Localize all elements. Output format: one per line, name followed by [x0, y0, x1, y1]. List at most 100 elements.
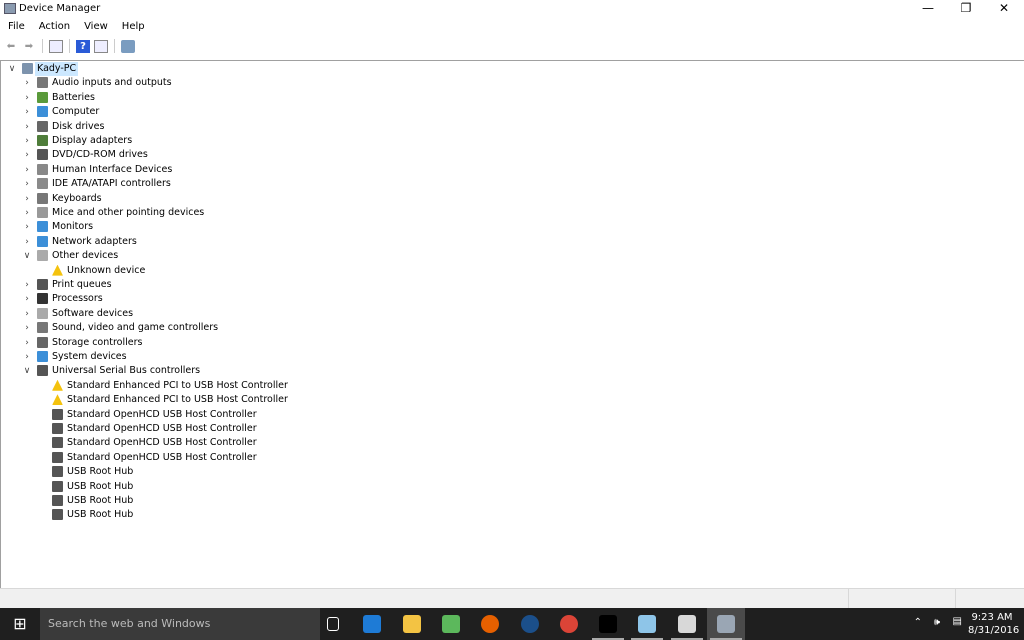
tree-item[interactable]: Standard Enhanced PCI to USB Host Contro… [1, 393, 601, 407]
tree-item[interactable]: Standard OpenHCD USB Host Controller [1, 408, 601, 422]
command-prompt-taskbar-button[interactable] [589, 608, 627, 640]
tree-item[interactable]: › DVD/CD-ROM drives [1, 148, 601, 162]
menu-action[interactable]: Action [31, 19, 76, 35]
menu-file[interactable]: File [0, 19, 31, 35]
status-cell [848, 589, 849, 609]
expand-chevron-icon[interactable]: › [22, 107, 32, 117]
device-manager-taskbar-button[interactable] [707, 608, 745, 640]
tree-item[interactable]: › Mice and other pointing devices [1, 206, 601, 220]
menu-view[interactable]: View [76, 19, 114, 35]
tree-item[interactable]: › Display adapters [1, 134, 601, 148]
tree-item[interactable]: Standard OpenHCD USB Host Controller [1, 436, 601, 450]
tree-item[interactable]: ∨ Kady-PC [1, 62, 601, 76]
clock[interactable]: 9:23 AM 8/31/2016 [968, 611, 1019, 637]
tree-item[interactable]: USB Root Hub [1, 480, 601, 494]
warning-icon [52, 394, 63, 406]
tree-item[interactable]: › Processors [1, 292, 601, 306]
tree-item[interactable]: › Keyboards [1, 192, 601, 206]
action-center-icon[interactable]: ▤ [953, 616, 962, 627]
expand-chevron-icon[interactable]: › [22, 294, 32, 304]
file-explorer-taskbar-button[interactable] [393, 608, 431, 640]
chrome-taskbar-button[interactable] [550, 608, 588, 640]
expand-chevron-icon[interactable]: › [22, 93, 32, 103]
forward-icon[interactable]: ➡ [22, 40, 36, 53]
tree-item[interactable]: › System devices [1, 350, 601, 364]
expand-chevron-icon[interactable]: › [22, 136, 32, 146]
monitor-icon [37, 221, 48, 233]
task-view-taskbar-button[interactable] [314, 608, 352, 640]
tree-item[interactable]: Unknown device [1, 264, 601, 278]
expand-chevron-icon[interactable]: › [22, 237, 32, 247]
tree-item-label: Other devices [52, 250, 119, 262]
toolbar: ⬅ ➡ ? [0, 38, 135, 54]
collapse-chevron-icon[interactable]: ∨ [22, 366, 32, 376]
expand-chevron-icon[interactable]: › [22, 309, 32, 319]
tree-item[interactable]: › Sound, video and game controllers [1, 321, 601, 335]
tree-item[interactable]: › Computer [1, 105, 601, 119]
tree-item[interactable]: › Audio inputs and outputs [1, 76, 601, 90]
collapse-chevron-icon[interactable]: ∨ [22, 251, 32, 261]
software-icon [37, 307, 48, 319]
tree-item[interactable]: › IDE ATA/ATAPI controllers [1, 177, 601, 191]
usb-icon [52, 423, 63, 434]
disk-icon [37, 120, 48, 132]
display-adapter-icon [37, 135, 48, 146]
expand-chevron-icon[interactable]: › [22, 280, 32, 290]
scan-hardware-icon[interactable] [121, 39, 135, 53]
expand-chevron-icon[interactable]: › [22, 208, 32, 218]
expand-chevron-icon[interactable]: › [22, 165, 32, 175]
money-app-taskbar-button[interactable] [432, 608, 470, 640]
show-hidden-icons-icon[interactable]: ⌃ [914, 617, 922, 628]
tree-item[interactable]: USB Root Hub [1, 494, 601, 508]
paint-app-taskbar-button[interactable] [668, 608, 706, 640]
tree-item-label: Kady-PC [35, 62, 79, 76]
expand-chevron-icon[interactable]: › [22, 179, 32, 189]
expand-chevron-icon[interactable]: › [22, 122, 32, 132]
tree-item[interactable]: Standard Enhanced PCI to USB Host Contro… [1, 379, 601, 393]
edge-taskbar-button[interactable] [353, 608, 391, 640]
restore-button[interactable]: ❐ [948, 0, 984, 18]
notepad-app-taskbar-button[interactable] [628, 608, 666, 640]
notepad-app-icon [638, 615, 657, 633]
tree-item-label: Batteries [52, 91, 95, 103]
toolbar-separator [42, 39, 43, 53]
minimize-button[interactable]: — [910, 0, 946, 18]
tree-item[interactable]: › Network adapters [1, 235, 601, 249]
tree-item-label: Display adapters [52, 135, 133, 146]
tree-item[interactable]: Standard OpenHCD USB Host Controller [1, 451, 601, 465]
back-icon[interactable]: ⬅ [4, 40, 18, 53]
tree-item[interactable]: › Software devices [1, 307, 601, 321]
expand-chevron-icon[interactable]: › [22, 338, 32, 348]
tree-item[interactable]: Standard OpenHCD USB Host Controller [1, 422, 601, 436]
expand-chevron-icon[interactable]: › [22, 150, 32, 160]
cpu-icon [37, 293, 48, 305]
tree-item[interactable]: ∨ Universal Serial Bus controllers [1, 364, 601, 378]
tree-item[interactable]: ∨ Other devices [1, 249, 601, 263]
tree-item[interactable]: › Batteries [1, 91, 601, 105]
usb-icon [37, 365, 48, 377]
collapse-chevron-icon[interactable]: ∨ [7, 64, 17, 74]
menu-help[interactable]: Help [114, 19, 151, 35]
speaker-icon [37, 77, 48, 89]
firefox-taskbar-button[interactable] [471, 608, 509, 640]
steam-taskbar-button[interactable] [511, 608, 549, 640]
tree-item[interactable]: USB Root Hub [1, 465, 601, 479]
tree-item[interactable]: › Human Interface Devices [1, 163, 601, 177]
tree-item[interactable]: › Storage controllers [1, 336, 601, 350]
tree-item[interactable]: USB Root Hub [1, 508, 601, 522]
tree-item[interactable]: › Print queues [1, 278, 601, 292]
search-box[interactable]: Search the web and Windows [40, 608, 320, 640]
expand-chevron-icon[interactable]: › [22, 78, 32, 88]
show-hide-console-tree-icon[interactable] [49, 39, 63, 53]
tree-item[interactable]: › Disk drives [1, 120, 601, 134]
windows-start-button[interactable]: ⊞ [0, 608, 40, 640]
volume-icon[interactable]: 🕪 [934, 617, 940, 628]
tree-item[interactable]: › Monitors [1, 220, 601, 234]
close-button[interactable]: ✕ [986, 0, 1022, 18]
expand-chevron-icon[interactable]: › [22, 194, 32, 204]
expand-chevron-icon[interactable]: › [22, 352, 32, 362]
expand-chevron-icon[interactable]: › [22, 222, 32, 232]
expand-chevron-icon[interactable]: › [22, 323, 32, 333]
help-icon[interactable]: ? [76, 39, 90, 53]
properties-icon[interactable] [94, 39, 108, 53]
